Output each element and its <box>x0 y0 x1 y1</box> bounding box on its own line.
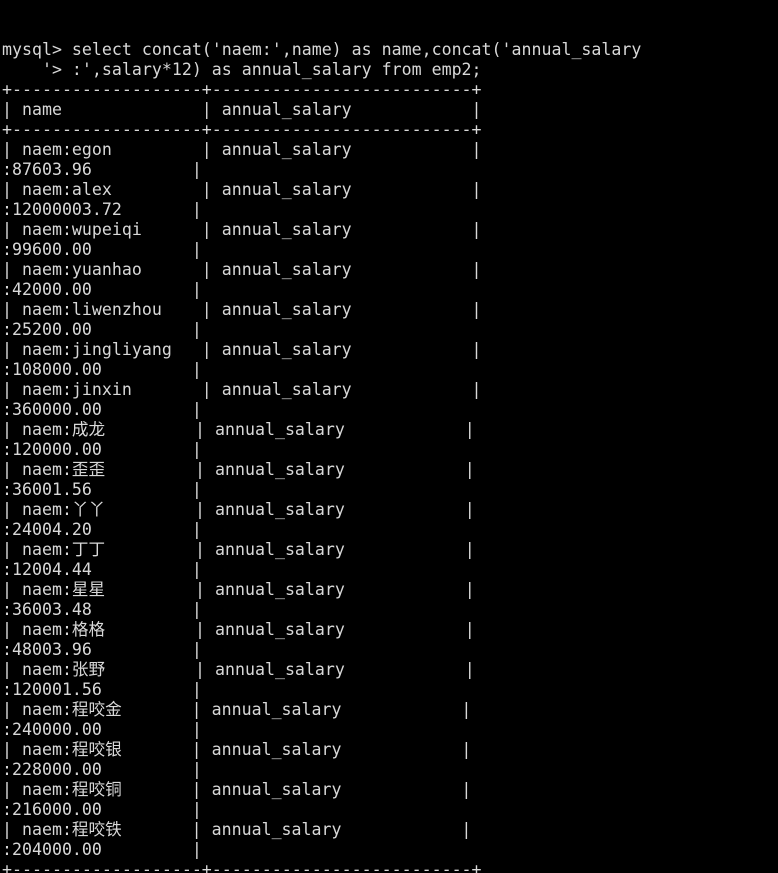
table-header-row: | name | annual_salary | <box>2 100 482 119</box>
table-row: | naem:格格 | annual_salary | <box>2 620 475 639</box>
table-row-wrap: :360000.00 | <box>2 400 202 419</box>
table-row: | naem:wupeiqi | annual_salary | <box>2 220 482 239</box>
table-row: | naem:程咬铜 | annual_salary | <box>2 780 472 799</box>
table-row: | naem:成龙 | annual_salary | <box>2 420 475 439</box>
table-row-wrap: :240000.00 | <box>2 720 202 739</box>
table-row: | naem:jinxin | annual_salary | <box>2 380 482 399</box>
table-row-wrap: :48003.96 | <box>2 640 202 659</box>
query-line-prompt: mysql> select concat('naem:',name) as na… <box>2 40 642 59</box>
table-row-wrap: :12000003.72 | <box>2 200 202 219</box>
table-row: | naem:yuanhao | annual_salary | <box>2 260 482 279</box>
table-row: | naem:张野 | annual_salary | <box>2 660 475 679</box>
table-row: | naem:歪歪 | annual_salary | <box>2 460 475 479</box>
table-row-wrap: :216000.00 | <box>2 800 202 819</box>
table-row-wrap: :120001.56 | <box>2 680 202 699</box>
table-separator-bottom: +-------------------+-------------------… <box>2 860 482 873</box>
table-row: | naem:丁丁 | annual_salary | <box>2 540 475 559</box>
table-row-wrap: :12004.44 | <box>2 560 202 579</box>
table-row-wrap: :24004.20 | <box>2 520 202 539</box>
table-row-wrap: :36001.56 | <box>2 480 202 499</box>
table-row-wrap: :36003.48 | <box>2 600 202 619</box>
table-row-wrap: :87603.96 | <box>2 160 202 179</box>
table-row-wrap: :108000.00 | <box>2 360 202 379</box>
query-line-continuation: '> :',salary*12) as annual_salary from e… <box>2 60 482 79</box>
table-row: | naem:程咬金 | annual_salary | <box>2 700 472 719</box>
table-row: | naem:jingliyang | annual_salary | <box>2 340 482 359</box>
table-row: | naem:程咬铁 | annual_salary | <box>2 820 472 839</box>
table-separator-top: +-------------------+-------------------… <box>2 80 482 99</box>
table-row: | naem:alex | annual_salary | <box>2 180 482 199</box>
table-row: | naem:liwenzhou | annual_salary | <box>2 300 482 319</box>
table-row-wrap: :42000.00 | <box>2 280 202 299</box>
table-separator-header: +-------------------+-------------------… <box>2 120 482 139</box>
table-row: | naem:egon | annual_salary | <box>2 140 482 159</box>
table-row-wrap: :120000.00 | <box>2 440 202 459</box>
table-row-wrap: :25200.00 | <box>2 320 202 339</box>
table-row-wrap: :99600.00 | <box>2 240 202 259</box>
table-row: | naem:程咬银 | annual_salary | <box>2 740 472 759</box>
table-row: | naem:丫丫 | annual_salary | <box>2 500 475 519</box>
table-row: | naem:星星 | annual_salary | <box>2 580 475 599</box>
table-row-wrap: :228000.00 | <box>2 760 202 779</box>
terminal-output: mysql> select concat('naem:',name) as na… <box>2 40 778 873</box>
table-row-wrap: :204000.00 | <box>2 840 202 859</box>
terminal-screen[interactable]: mysql> select concat('naem:',name) as na… <box>0 0 778 873</box>
